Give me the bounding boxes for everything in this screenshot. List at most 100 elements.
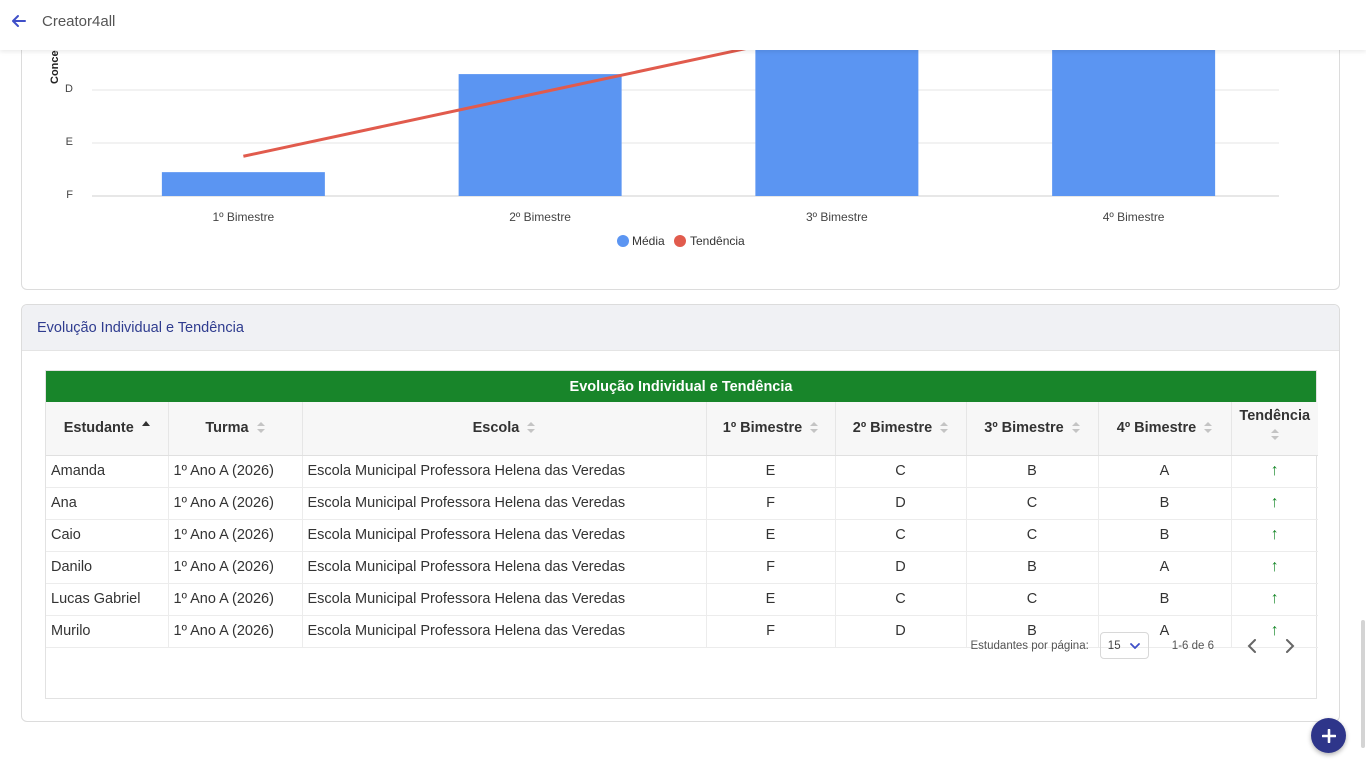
cell-escola: Escola Municipal Professora Helena das V… — [302, 455, 707, 488]
chevron-left-icon — [1247, 638, 1256, 653]
cell-escola: Escola Municipal Professora Helena das V… — [302, 487, 707, 520]
per-page-value: 15 — [1107, 639, 1121, 652]
cell-b3: C — [966, 487, 1099, 520]
sort-icon — [1270, 428, 1279, 441]
x-tick-label: 3º Bimestre — [806, 210, 868, 224]
cell-b4: B — [1098, 519, 1232, 552]
sort-icon — [527, 422, 536, 434]
cell-escola: Escola Municipal Professora Helena das V… — [302, 519, 707, 552]
cell-turma: 1º Ano A (2026) — [168, 487, 303, 520]
table-row: Danilo 1º Ano A (2026) Escola Municipal Pr… — [46, 551, 1318, 584]
table-row: Amanda 1º Ano A (2026) Escola Municipal Pr… — [46, 455, 1318, 488]
sort-icon — [810, 422, 819, 434]
x-tick-label: 4º Bimestre — [1103, 210, 1165, 224]
x-tick-label: 2º Bimestre — [509, 210, 571, 224]
plus-icon — [1321, 728, 1336, 743]
sort-ascending-icon — [141, 421, 150, 429]
column-header-b2[interactable]: 2º Bimestre — [835, 402, 967, 456]
legend-tendencia-marker — [674, 235, 686, 247]
cell-b2: D — [835, 551, 967, 584]
cell-b4: A — [1098, 551, 1232, 584]
next-page-button[interactable] — [1280, 636, 1300, 656]
cell-tendencia: ↑ — [1231, 487, 1318, 520]
arrow-up-icon: ↑ — [1270, 590, 1279, 607]
cell-turma: 1º Ano A (2026) — [168, 455, 303, 488]
previous-page-button[interactable] — [1242, 636, 1262, 656]
table-row: Lucas Gabriel 1º Ano A (2026) Escola Munic… — [46, 583, 1318, 616]
x-tick-label: 1º Bimestre — [213, 210, 275, 224]
column-header-b1[interactable]: 1º Bimestre — [706, 402, 836, 456]
table-banner: Evolução Individual e Tendência — [46, 371, 1316, 402]
chevron-right-icon — [1286, 638, 1295, 653]
cell-turma: 1º Ano A (2026) — [168, 519, 303, 552]
sort-icon — [1071, 422, 1080, 434]
table-row: Caio 1º Ano A (2026) Escola Municipal Prof… — [46, 519, 1318, 552]
legend-tendencia-label: Tendência — [690, 234, 745, 248]
cell-turma: 1º Ano A (2026) — [168, 583, 303, 616]
arrow-up-icon: ↑ — [1270, 462, 1279, 479]
y-tick-label: D — [65, 83, 73, 95]
cell-b3: B — [966, 551, 1099, 584]
table-header-row: Estudante Turma Escola 1º Bimestre 2º Bi… — [46, 402, 1318, 456]
cell-estudante: Danilo — [46, 551, 169, 584]
sort-icon — [940, 422, 949, 434]
cell-b4: A — [1098, 455, 1232, 488]
section-header: Evolução Individual e Tendência — [22, 305, 1339, 351]
cell-b1: E — [706, 519, 836, 552]
chevron-down-icon — [1129, 642, 1140, 649]
arrow-up-icon: ↑ — [1270, 494, 1279, 511]
section-title: Evolução Individual e Tendência — [37, 319, 244, 336]
y-axis-label: Conce — [49, 50, 61, 84]
evolution-table-container: Evolução Individual e Tendência Estudant… — [45, 370, 1318, 699]
cell-tendencia: ↑ — [1231, 583, 1318, 616]
column-header-turma[interactable]: Turma — [168, 402, 303, 456]
sort-icon — [1204, 422, 1213, 434]
column-header-escola[interactable]: Escola — [302, 402, 707, 456]
column-header-b4[interactable]: 4º Bimestre — [1098, 402, 1232, 456]
cell-estudante: Amanda — [46, 455, 169, 488]
back-button[interactable] — [10, 12, 28, 30]
evolution-card: Evolução Individual e Tendência Evolução… — [21, 304, 1340, 722]
page-range: 1-6 de 6 — [1171, 639, 1214, 652]
cell-b1: F — [706, 487, 836, 520]
cell-b4: B — [1098, 487, 1232, 520]
cell-tendencia: ↑ — [1231, 519, 1318, 552]
top-bar: Creator4all — [0, 0, 1366, 50]
cell-b2: C — [835, 519, 967, 552]
per-page-select[interactable]: 15 — [1099, 632, 1149, 659]
cell-b2: C — [835, 583, 967, 616]
cell-estudante: Lucas Gabriel — [46, 583, 169, 616]
sort-icon — [256, 422, 265, 434]
column-header-tendencia[interactable]: Tendência — [1231, 402, 1318, 456]
cell-b2: C — [835, 455, 967, 488]
bar-media[interactable] — [161, 172, 325, 196]
cell-tendencia: ↑ — [1231, 455, 1318, 488]
arrow-up-icon: ↑ — [1270, 526, 1279, 543]
pagination: Estudantes por página: 15 1-6 de 6 — [46, 623, 1318, 668]
per-page-label: Estudantes por página: — [970, 639, 1089, 652]
cell-b2: D — [835, 487, 967, 520]
y-tick-label: F — [66, 189, 73, 201]
evolution-table: Estudante Turma Escola 1º Bimestre 2º Bi… — [46, 402, 1318, 648]
y-tick-label: E — [66, 136, 73, 148]
cell-b3: C — [966, 519, 1099, 552]
cell-b1: E — [706, 455, 836, 488]
cell-tendencia: ↑ — [1231, 551, 1318, 584]
cell-b3: C — [966, 583, 1099, 616]
cell-escola: Escola Municipal Professora Helena das V… — [302, 583, 707, 616]
cell-estudante: Ana — [46, 487, 169, 520]
arrow-left-icon — [12, 15, 26, 27]
scrollbar[interactable] — [1361, 620, 1365, 748]
cell-turma: 1º Ano A (2026) — [168, 551, 303, 584]
legend-media-marker — [617, 235, 629, 247]
cell-b1: E — [706, 583, 836, 616]
cell-escola: Escola Municipal Professora Helena das V… — [302, 551, 707, 584]
app-title: Creator4all — [42, 13, 116, 30]
table-row: Ana 1º Ano A (2026) Escola Municipal Profe… — [46, 487, 1318, 520]
column-header-estudante[interactable]: Estudante — [46, 402, 169, 456]
cell-b4: B — [1098, 583, 1232, 616]
add-button[interactable] — [1311, 718, 1346, 753]
cell-b3: B — [966, 455, 1099, 488]
column-header-b3[interactable]: 3º Bimestre — [966, 402, 1099, 456]
cell-b1: F — [706, 551, 836, 584]
